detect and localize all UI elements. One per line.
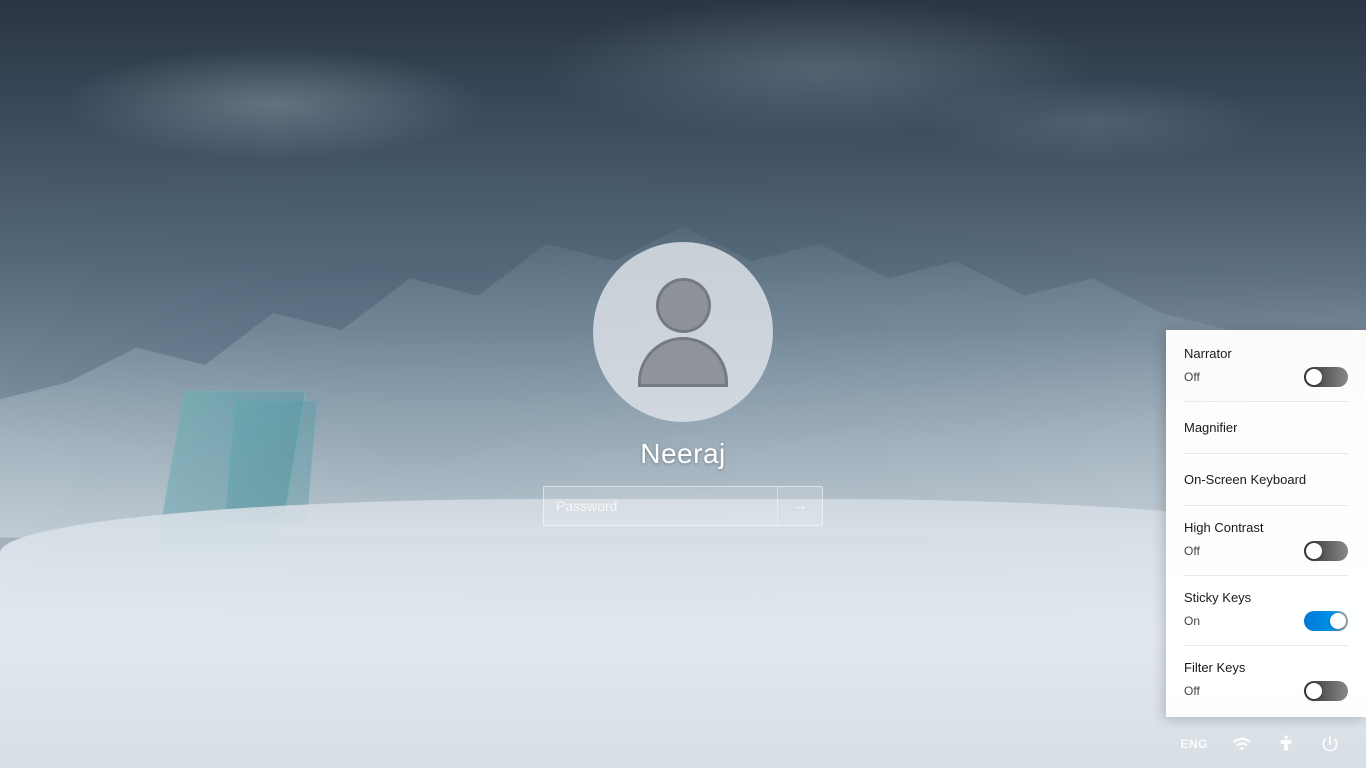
network-icon [1232,734,1252,754]
accessibility-button[interactable] [1266,726,1306,762]
accessibility-panel: Narrator Off Magnifier On-Screen Keyboar… [1166,330,1366,717]
bottom-bar: ENG [0,720,1366,768]
high-contrast-label: High Contrast [1184,520,1348,535]
narrator-item: Narrator Off [1184,346,1348,402]
high-contrast-item: High Contrast Off [1184,520,1348,576]
high-contrast-toggle[interactable] [1304,541,1348,561]
high-contrast-status: Off [1184,544,1200,558]
avatar [593,242,773,422]
magnifier-label[interactable]: Magnifier [1184,416,1348,439]
sticky-keys-toggle[interactable] [1304,611,1348,631]
login-container: Neeraj → [543,242,823,526]
password-submit-button[interactable]: → [777,487,822,525]
on-screen-keyboard-item: On-Screen Keyboard [1184,468,1348,506]
filter-keys-label: Filter Keys [1184,660,1348,675]
sticky-keys-toggle-thumb [1330,613,1346,629]
password-input[interactable] [544,488,777,524]
magnifier-item: Magnifier [1184,416,1348,454]
narrator-label: Narrator [1184,346,1348,361]
filter-keys-item: Filter Keys Off [1184,660,1348,701]
on-screen-keyboard-label[interactable]: On-Screen Keyboard [1184,468,1348,491]
power-icon [1320,734,1340,754]
sticky-keys-status: On [1184,614,1200,628]
filter-keys-status: Off [1184,684,1200,698]
sticky-keys-label: Sticky Keys [1184,590,1348,605]
avatar-head [656,278,711,333]
filter-keys-toggle[interactable] [1304,681,1348,701]
narrator-toggle-thumb [1306,369,1322,385]
high-contrast-row: Off [1184,541,1348,561]
narrator-status: Off [1184,370,1200,384]
power-button[interactable] [1310,726,1350,762]
password-field-container: → [543,486,823,526]
narrator-row: Off [1184,367,1348,387]
avatar-icon [638,278,728,387]
accessibility-icon [1276,734,1296,754]
filter-keys-toggle-thumb [1306,683,1322,699]
username-label: Neeraj [640,438,725,470]
narrator-toggle[interactable] [1304,367,1348,387]
sticky-keys-item: Sticky Keys On [1184,590,1348,646]
avatar-body [638,337,728,387]
language-button[interactable]: ENG [1170,729,1218,759]
sticky-keys-row: On [1184,611,1348,631]
network-button[interactable] [1222,726,1262,762]
high-contrast-toggle-thumb [1306,543,1322,559]
filter-keys-row: Off [1184,681,1348,701]
